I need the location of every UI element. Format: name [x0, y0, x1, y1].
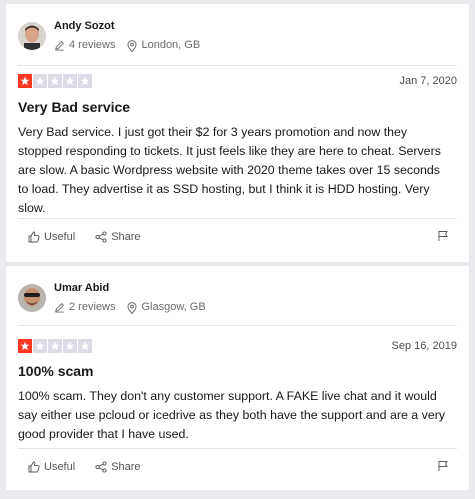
divider [18, 218, 457, 219]
review-date: Jan 7, 2020 [399, 75, 458, 87]
star-icon [48, 74, 62, 88]
thumbs-up-icon [28, 231, 40, 243]
pencil-icon [55, 303, 64, 313]
review-body: 100% scam. They don't any customer suppo… [18, 389, 446, 441]
divider [18, 325, 457, 326]
location-pin-icon [127, 301, 137, 314]
flag-button[interactable] [437, 229, 449, 247]
flag-button[interactable] [437, 459, 449, 477]
reviewer-location: London, GB [127, 38, 200, 53]
location-pin-icon [127, 39, 137, 52]
review-title[interactable]: 100% scam [18, 363, 457, 379]
avatar[interactable] [18, 284, 46, 312]
star-icon [33, 74, 47, 88]
pencil-icon [55, 41, 64, 51]
review-card: Andy Sozot 4 reviews London, GB Jan 7, 2… [6, 4, 469, 262]
reviewer-name[interactable]: Umar Abid [54, 281, 218, 296]
star-icon [63, 74, 77, 88]
review-count: 2 reviews [54, 300, 115, 315]
star-icon [78, 339, 92, 353]
rating-row: Jan 7, 2020 [18, 73, 457, 89]
reviewer-name[interactable]: Andy Sozot [54, 19, 212, 34]
reviewer-location: Glasgow, GB [127, 300, 206, 315]
review-actions: Useful Share [18, 455, 457, 479]
share-icon [95, 231, 107, 243]
review-body: Very Bad service. I just got their $2 fo… [18, 125, 441, 215]
share-icon [95, 461, 107, 473]
star-rating [18, 339, 93, 353]
review-actions: Useful Share [18, 225, 457, 249]
star-icon [78, 74, 92, 88]
thumbs-up-icon [28, 461, 40, 473]
flag-icon [438, 461, 448, 471]
star-icon [63, 339, 77, 353]
useful-button[interactable]: Useful [28, 231, 75, 243]
star-icon [18, 74, 32, 88]
flag-icon [438, 231, 448, 241]
avatar[interactable] [18, 22, 46, 50]
rating-row: Sep 16, 2019 [18, 338, 457, 354]
star-icon [18, 339, 32, 353]
review-date: Sep 16, 2019 [391, 340, 457, 352]
useful-button[interactable]: Useful [28, 461, 75, 473]
reviewer-header: Andy Sozot 4 reviews London, GB [18, 16, 457, 56]
review-count: 4 reviews [54, 38, 115, 53]
star-rating [18, 74, 93, 88]
divider [18, 65, 457, 66]
share-button[interactable]: Share [95, 461, 141, 473]
review-title[interactable]: Very Bad service [18, 99, 457, 115]
reviewer-header: Umar Abid 2 reviews Glasgow, GB [18, 278, 457, 318]
share-button[interactable]: Share [95, 231, 141, 243]
star-icon [48, 339, 62, 353]
divider [18, 448, 457, 449]
star-icon [33, 339, 47, 353]
review-card: Umar Abid 2 reviews Glasgow, GB Sep 16, … [6, 266, 469, 490]
